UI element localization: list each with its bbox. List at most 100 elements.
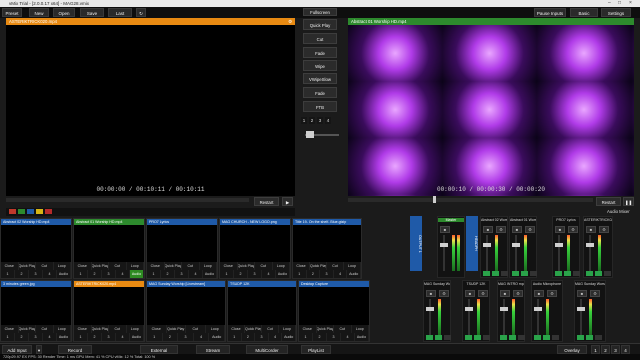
preview-play-icon[interactable]: ▶ <box>282 197 293 206</box>
input-1[interactable]: Abstract 02 Worship HD.mp4 Close Quick Pl… <box>0 218 72 279</box>
red-swatch[interactable] <box>9 209 16 214</box>
mute-button[interactable]: ■ <box>586 226 596 233</box>
input-number-1[interactable]: 1 <box>74 270 88 278</box>
fader-knob[interactable] <box>500 307 508 311</box>
bus-a-button[interactable] <box>492 271 499 276</box>
input-loop-button[interactable]: Loop <box>200 262 217 270</box>
bus-a-button[interactable] <box>474 335 481 340</box>
fade-button[interactable]: Fade <box>303 47 337 58</box>
external-button[interactable]: External <box>140 345 178 354</box>
fader-knob[interactable] <box>577 307 585 311</box>
preset-button[interactable]: Preset <box>2 8 22 17</box>
mute-button[interactable]: ■ <box>483 226 493 233</box>
bus-b-button[interactable] <box>530 271 537 276</box>
input-audio-button[interactable]: Audio <box>130 333 144 341</box>
fader-knob[interactable] <box>426 307 434 311</box>
bus-a-button[interactable] <box>521 271 528 276</box>
input-quick-play-button[interactable]: Quick Play <box>317 325 334 333</box>
input-2[interactable]: Abstract 01 Worship HD.mp4 Close Quick Pl… <box>73 218 145 279</box>
bus-m-button[interactable] <box>534 335 541 340</box>
vwipe-button[interactable]: VWipeSlow <box>303 73 337 84</box>
pause-inputs-button[interactable]: Pause Inputs <box>534 8 566 17</box>
last-button[interactable]: Last <box>108 8 132 17</box>
input-number-1[interactable]: 1 <box>147 270 161 278</box>
input-close-button[interactable]: Close <box>220 262 238 270</box>
refresh-icon[interactable]: ↻ <box>136 8 146 17</box>
gear-icon[interactable]: ⚙ <box>599 226 609 233</box>
overlay-4-button[interactable]: 4 <box>621 345 630 354</box>
input-close-button[interactable]: Close <box>74 262 92 270</box>
bus-m-button[interactable] <box>426 335 433 340</box>
wipe-button[interactable]: Wipe <box>303 60 337 71</box>
input-audio-button[interactable]: Audio <box>209 333 225 341</box>
input-loop-button[interactable]: Loop <box>206 325 225 333</box>
input-loop-button[interactable]: Loop <box>54 325 71 333</box>
bus-a-button[interactable] <box>509 335 516 340</box>
settings-button[interactable]: Settings <box>601 8 631 17</box>
input-number-4[interactable]: 4 <box>269 333 283 341</box>
blue-swatch[interactable] <box>27 209 34 214</box>
input-quick-play-button[interactable]: Quick Play <box>92 325 109 333</box>
input-quick-play-button[interactable]: Quick Play <box>167 325 186 333</box>
input-cut-button[interactable]: Cut <box>109 325 127 333</box>
bus-m-button[interactable] <box>586 271 593 276</box>
basic-button[interactable]: Basic <box>570 8 598 17</box>
mute-button[interactable]: ■ <box>426 290 436 297</box>
gear-icon[interactable]: ⚙ <box>513 290 523 297</box>
input-number-4[interactable]: 4 <box>341 333 355 341</box>
input-number-4[interactable]: 4 <box>334 270 348 278</box>
bus-b-button[interactable] <box>573 271 580 276</box>
input-5[interactable]: Title 19- On the shelf- Blue.gtzip Close… <box>292 218 362 279</box>
input-number-3[interactable]: 3 <box>248 270 262 278</box>
gear-icon[interactable]: ⚙ <box>547 290 557 297</box>
input-cut-button[interactable]: Cut <box>182 262 200 270</box>
input-number-2[interactable]: 2 <box>88 333 102 341</box>
input-11[interactable]: Desktop Capture Close Quick Play Cut Loop 1… <box>298 280 370 342</box>
cut-button[interactable]: Cut <box>303 33 337 44</box>
input-8[interactable]: MAG Sunday Worship [Livestream] Close Qui… <box>146 280 226 342</box>
input-number-1[interactable]: 1 <box>220 270 234 278</box>
input-number-4[interactable]: 4 <box>43 333 57 341</box>
bus-b-button[interactable] <box>483 335 490 340</box>
audio-mixer-label[interactable]: Audio Mixer <box>607 209 630 214</box>
input-close-button[interactable]: Close <box>299 325 317 333</box>
program-scrub-bar[interactable] <box>348 198 593 202</box>
bus-a-button[interactable] <box>435 335 442 340</box>
fader-knob[interactable] <box>440 243 448 247</box>
input-10[interactable]: TSUDP 12K Close Quick Play Cut Loop 1 2 3 4 Aud… <box>227 280 297 342</box>
fade2-button[interactable]: Fade <box>303 87 337 98</box>
fullscreen-button[interactable]: Fullscreen <box>303 8 337 16</box>
input-loop-button[interactable]: Loop <box>352 325 369 333</box>
t-bar-handle[interactable] <box>306 131 314 138</box>
input-quick-play-button[interactable]: Quick Play <box>92 262 109 270</box>
bus-a-button[interactable] <box>564 271 571 276</box>
input-cut-button[interactable]: Cut <box>186 325 206 333</box>
input-cut-button[interactable]: Cut <box>334 325 352 333</box>
mute-button[interactable]: ■ <box>512 226 522 233</box>
input-close-button[interactable]: Close <box>228 325 245 333</box>
bus-b-button[interactable] <box>444 335 451 340</box>
input-number-1[interactable]: 1 <box>228 333 242 341</box>
mute-button[interactable]: ■ <box>465 290 475 297</box>
bus-b-button[interactable] <box>604 271 611 276</box>
bus-a-button[interactable] <box>543 335 550 340</box>
input-number-4[interactable]: 4 <box>189 270 203 278</box>
yellow-swatch[interactable] <box>36 209 43 214</box>
input-number-2[interactable]: 2 <box>15 333 29 341</box>
quick-play-button[interactable]: Quick Play <box>303 19 337 30</box>
input-number-3[interactable]: 3 <box>255 333 269 341</box>
input-loop-button[interactable]: Loop <box>273 262 290 270</box>
gear-icon[interactable]: ⚙ <box>439 290 449 297</box>
program-scrub-handle[interactable] <box>433 196 436 203</box>
transition-number-4[interactable]: 4 <box>325 117 331 124</box>
preview-scrub-bar[interactable] <box>6 198 249 202</box>
input-audio-button[interactable]: Audio <box>57 333 71 341</box>
input-number-3[interactable]: 3 <box>320 270 334 278</box>
input-3[interactable]: PRO7 Lyrics Close Quick Play Cut Loop 1234A… <box>146 218 218 279</box>
input-number-1[interactable]: 1 <box>147 333 163 341</box>
input-number-3[interactable]: 3 <box>102 333 116 341</box>
input-loop-button[interactable]: Loop <box>54 262 71 270</box>
input-number-2[interactable]: 2 <box>242 333 256 341</box>
input-6[interactable]: 3 minutes green.jpg Close Quick Play Cut Lo… <box>0 280 72 342</box>
input-quick-play-button[interactable]: Quick Play <box>19 262 36 270</box>
